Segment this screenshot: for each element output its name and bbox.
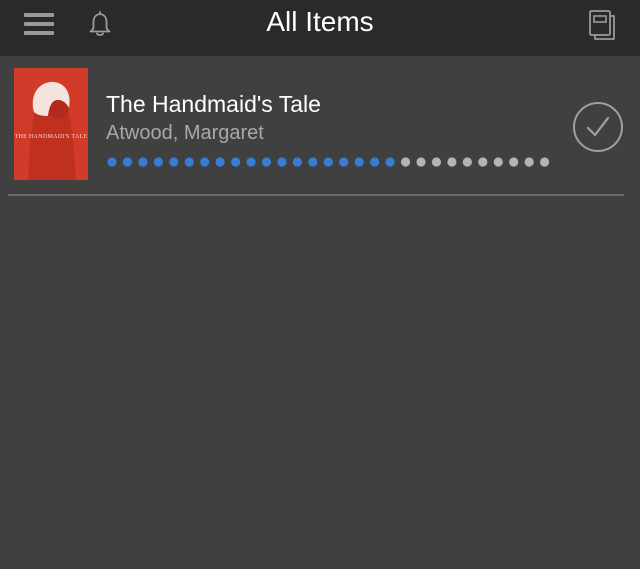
progress-dot-empty [447, 157, 457, 167]
progress-dot-filled [122, 157, 133, 167]
progress-dot-filled [215, 157, 225, 167]
progress-dot-filled [246, 157, 256, 167]
progress-dot-empty [431, 157, 442, 167]
book-cover[interactable]: THE HANDMAID'S TALE [14, 68, 88, 180]
progress-dot-empty [509, 157, 519, 167]
progress-dot-filled [107, 157, 117, 167]
progress-dot-empty [400, 157, 411, 167]
check-circle-icon[interactable] [572, 101, 624, 153]
progress-dot-filled [138, 157, 148, 167]
reading-progress-bar [107, 157, 550, 167]
progress-dot-filled [153, 157, 163, 167]
progress-dot-filled [339, 157, 349, 167]
progress-dot-filled [308, 157, 318, 167]
progress-dot-filled [184, 157, 194, 167]
top-bar: All Items [0, 0, 640, 56]
progress-dot-filled [200, 157, 210, 167]
progress-dot-empty [540, 157, 550, 167]
page-title: All Items [266, 6, 374, 37]
book-title[interactable]: The Handmaid's Tale [106, 90, 321, 118]
progress-dot-filled [261, 157, 272, 167]
progress-dot-filled [370, 157, 380, 167]
progress-dot-empty [416, 157, 426, 167]
list-divider [8, 194, 624, 196]
progress-dot-filled [323, 157, 333, 167]
cover-title-text: THE HANDMAID'S TALE [14, 134, 88, 140]
progress-dot-filled [385, 157, 395, 167]
progress-dot-empty [462, 157, 472, 167]
progress-dot-filled [169, 157, 179, 167]
progress-dot-filled [277, 157, 287, 167]
progress-dot-filled [354, 157, 364, 167]
book-author: Atwood, Margaret [106, 122, 264, 144]
progress-dot-empty [524, 157, 534, 167]
progress-dot-filled [231, 157, 241, 167]
progress-dot-empty [493, 157, 503, 167]
list-item[interactable]: THE HANDMAID'S TALE The Handmaid's Tale … [0, 56, 640, 194]
progress-dot-filled [292, 157, 302, 167]
library-icon[interactable] [586, 8, 618, 42]
progress-dot-empty [478, 157, 488, 167]
